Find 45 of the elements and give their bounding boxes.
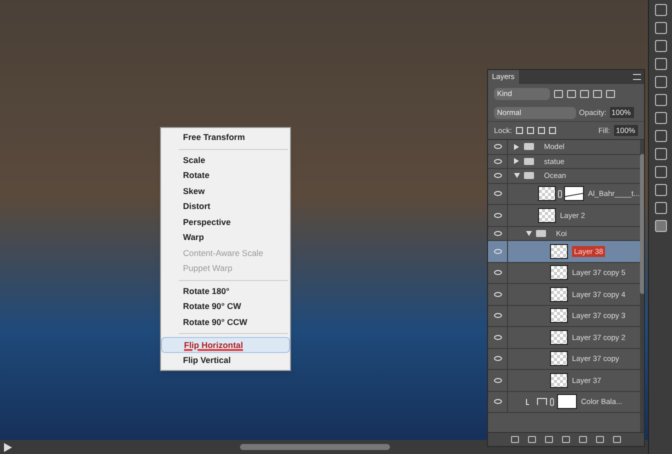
layer-thumbnail [550,351,568,366]
eye-icon[interactable] [494,313,502,318]
menu-item[interactable]: Warp [161,230,290,246]
eye-icon[interactable] [494,248,502,254]
layer-thumbnail [550,244,568,259]
eye-icon[interactable] [494,191,502,196]
menu-item[interactable]: Scale [161,152,290,168]
eye-icon[interactable] [494,173,502,178]
menu-item[interactable]: Perspective [161,214,290,230]
layer-thumbnail [550,265,568,280]
eye-icon[interactable] [494,270,502,276]
menu-item[interactable]: Skew [161,184,290,199]
menu-item[interactable]: Rotate 90° CCW [161,314,290,330]
eye-icon[interactable] [494,230,502,236]
eye-icon[interactable] [494,356,502,362]
menu-item[interactable]: Free Transform [161,130,290,146]
layer-thumbnail [550,330,568,345]
mask-thumbnail [557,394,577,410]
eye-icon[interactable] [494,158,502,164]
layer-thumbnail [550,286,568,302]
horizontal-scrollbar[interactable] [240,444,390,450]
disclosure-triangle-icon[interactable] [526,230,533,236]
menu-item[interactable]: Flip Vertical [161,352,290,368]
menu-item[interactable]: Rotate 90° CW [161,299,290,314]
layer-thumbnail [550,372,568,388]
clip-arrow-icon [526,398,529,405]
layer-thumbnail [538,186,556,202]
menu-item[interactable]: Rotate [161,168,290,184]
panel-menu-icon[interactable] [633,74,641,80]
disclosure-triangle-icon[interactable] [514,173,521,178]
menu-item[interactable]: Flip Horizontal [161,337,290,352]
menu-item[interactable]: Rotate 180° [161,284,290,299]
vertical-scrollbar[interactable] [640,140,644,432]
disclosure-triangle-icon[interactable] [514,158,521,164]
layer-thumbnail [538,208,556,223]
eye-icon[interactable] [494,378,502,383]
eye-icon[interactable] [494,334,502,340]
layer-thumbnail [550,308,568,324]
eye-icon[interactable] [494,212,502,218]
eye-icon[interactable] [494,144,502,150]
menu-item[interactable]: Distort [161,199,290,214]
mask-thumbnail [564,186,584,202]
eye-icon[interactable] [494,399,502,404]
disclosure-triangle-icon[interactable] [514,144,521,150]
eye-icon[interactable] [494,292,502,297]
